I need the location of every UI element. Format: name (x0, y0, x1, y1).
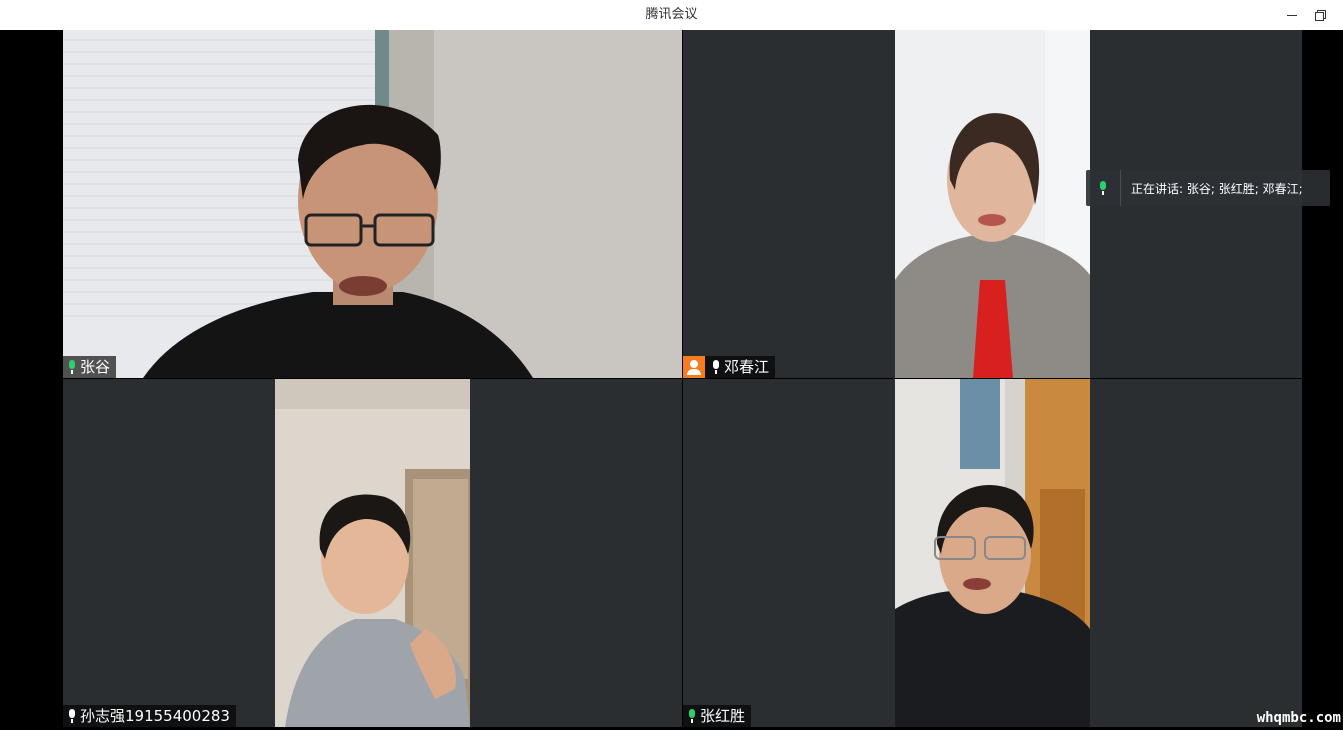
microphone-icon (711, 360, 721, 374)
microphone-icon (67, 709, 77, 723)
video-grid: 张谷 邓春江 孙志强19155400283 张红胜 正在讲话: 张谷; 张红胜;… (0, 30, 1343, 730)
title-bar: 腾讯会议 (0, 0, 1343, 31)
video-tile-3[interactable]: 孙志强19155400283 (63, 379, 682, 727)
participant-name: 张谷 (80, 358, 111, 376)
watermark: whqmbc.com (1256, 710, 1341, 726)
participant-name: 孙志强19155400283 (80, 707, 230, 725)
microphone-icon (67, 360, 77, 374)
participant-name: 张红胜 (700, 707, 746, 725)
speaking-indicator: 正在讲话: 张谷; 张红胜; 邓春江; (1086, 170, 1330, 206)
participant-video (895, 30, 1090, 378)
participant-nameplate: 张红胜 (683, 705, 752, 727)
participant-video (275, 379, 470, 727)
speaking-text: 正在讲话: 张谷; 张红胜; 邓春江; (1131, 181, 1303, 196)
participant-name: 邓春江 (724, 358, 770, 376)
participant-nameplate: 邓春江 (683, 356, 776, 378)
restore-icon[interactable] (1312, 7, 1328, 23)
host-icon (683, 356, 705, 378)
participant-nameplate: 张谷 (63, 356, 117, 378)
minimize-icon[interactable] (1284, 7, 1300, 23)
speaking-mic-area (1086, 170, 1121, 206)
microphone-icon (687, 709, 697, 723)
window-title: 腾讯会议 (645, 7, 698, 22)
video-tile-4[interactable]: 张红胜 (683, 379, 1302, 727)
video-tile-1[interactable]: 张谷 (63, 30, 682, 378)
participant-nameplate: 孙志强19155400283 (63, 705, 236, 727)
participant-video (63, 30, 682, 378)
participant-video (895, 379, 1090, 727)
microphone-icon (1098, 181, 1108, 195)
